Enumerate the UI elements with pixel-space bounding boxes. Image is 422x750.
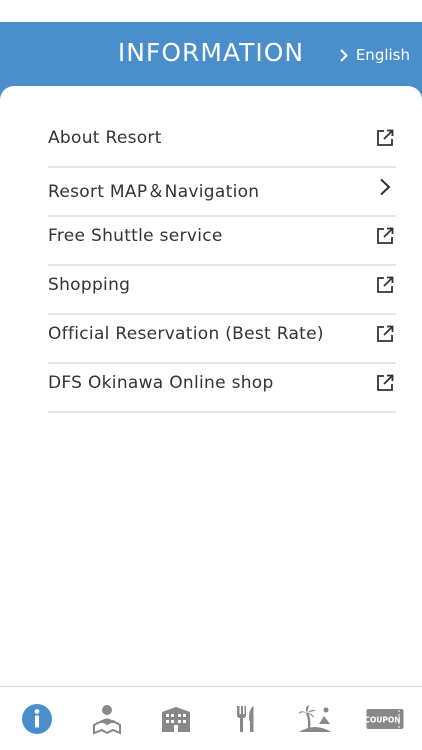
chevron-right-icon <box>380 178 391 196</box>
restaurant-icon <box>236 705 254 732</box>
menu-item-label: Shopping <box>48 275 131 295</box>
tab-hotel[interactable] <box>155 698 197 740</box>
info-menu: About Resort Resort MAP＆Navigation Free … <box>48 120 396 414</box>
menu-item-dfs-online-shop[interactable]: DFS Okinawa Online shop <box>48 365 396 413</box>
tab-map[interactable] <box>86 698 128 740</box>
coupon-label: COUPON <box>366 715 401 724</box>
bottom-tab-bar: COUPON <box>0 686 422 750</box>
external-link-icon <box>377 276 394 293</box>
external-link-icon <box>377 374 394 391</box>
tab-restaurant[interactable] <box>225 698 267 740</box>
menu-item-resort-map[interactable]: Resort MAP＆Navigation <box>48 169 396 217</box>
menu-item-label: Resort MAP＆Navigation <box>48 182 260 202</box>
content-panel: About Resort Resort MAP＆Navigation Free … <box>0 86 422 686</box>
external-link-icon <box>377 129 394 146</box>
menu-item-label: DFS Okinawa Online shop <box>48 373 274 393</box>
external-link-icon <box>377 325 394 342</box>
menu-item-about-resort[interactable]: About Resort <box>48 120 396 168</box>
menu-item-free-shuttle[interactable]: Free Shuttle service <box>48 218 396 266</box>
coupon-icon: COUPON <box>366 708 404 729</box>
menu-item-label: Free Shuttle service <box>48 226 223 246</box>
chevron-right-icon <box>340 48 348 62</box>
tab-information[interactable] <box>16 698 58 740</box>
hotel-icon <box>162 706 191 732</box>
map-icon <box>92 704 121 735</box>
menu-item-label: About Resort <box>48 128 162 148</box>
language-switch-button[interactable]: English <box>340 44 410 66</box>
tab-beach[interactable] <box>294 698 336 740</box>
menu-item-shopping[interactable]: Shopping <box>48 267 396 315</box>
language-label: English <box>355 46 410 64</box>
beach-icon <box>298 704 332 732</box>
status-bar <box>0 0 422 22</box>
tab-coupon[interactable]: COUPON <box>364 698 406 740</box>
menu-item-official-reservation[interactable]: Official Reservation (Best Rate) <box>48 316 396 364</box>
info-icon <box>22 703 52 734</box>
menu-item-label: Official Reservation (Best Rate) <box>48 324 324 344</box>
external-link-icon <box>377 227 394 244</box>
